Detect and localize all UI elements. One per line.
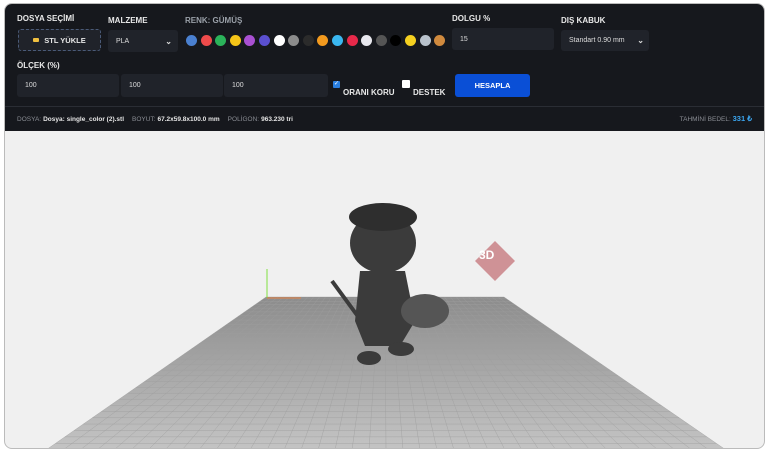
folder-icon [33,38,40,42]
color-swatch[interactable] [375,35,387,46]
infill-input[interactable]: 15 [452,28,554,50]
material-value: PLA [116,37,130,45]
infill-label: DOLGU % [452,14,491,23]
3d-viewer[interactable]: 3D [5,131,764,448]
support-label: DESTEK [413,88,446,97]
chevron-down-icon: ⌄ [165,36,172,46]
shell-label: DIŞ KABUK [561,16,606,25]
size-value: 67.2x59.8x100.0 mm [157,115,220,123]
color-swatch[interactable] [244,35,256,46]
color-swatch[interactable] [405,35,416,46]
shell-value: Standart 0.90 mm [569,37,625,44]
color-swatch[interactable] [434,35,446,46]
color-swatch[interactable] [215,35,227,46]
stl-upload-label: STL YÜKLE [44,35,86,45]
size-label: BOYUT: [132,115,156,123]
color-swatch[interactable] [419,35,431,46]
color-swatch[interactable] [346,35,358,46]
price-value: 331 ₺ [732,114,752,123]
control-panel: DOSYA SEÇİMİ STL YÜKLE MALZEME PLA ⌄ REN… [5,4,764,131]
material-select[interactable]: PLA ⌄ [108,30,178,52]
svg-text:3D: 3D [479,248,495,262]
polygon-value: 963.230 tri [261,115,293,123]
color-label: RENK: GÜMÜŞ [185,16,243,25]
chevron-down-icon: ⌄ [637,36,644,45]
scale-z-input[interactable]: 100 [224,74,328,97]
color-swatch[interactable] [332,35,343,46]
stl-upload-button[interactable]: STL YÜKLE [18,29,101,51]
color-swatch[interactable] [273,35,285,46]
polygon-label: POLİGON: [227,115,260,123]
color-swatch[interactable] [229,35,241,46]
color-swatch[interactable] [302,35,314,46]
color-swatch[interactable] [390,35,402,46]
material-label: MALZEME [108,16,148,25]
support-checkbox[interactable] [402,80,410,88]
file-label: DOSYA SEÇİMİ [17,14,75,23]
calculate-button[interactable]: HESAPLA [455,74,530,97]
scale-label: ÖLÇEK (%) [17,61,60,70]
color-swatch[interactable] [186,35,197,46]
color-swatch[interactable] [317,35,329,46]
keep-ratio-checkbox[interactable]: ✓ [333,81,340,88]
color-swatch[interactable] [288,35,300,46]
color-swatch[interactable] [200,35,212,46]
file-info-value: Dosya: single_color (2).stl [43,115,125,123]
scale-x-input[interactable]: 100 [17,74,119,97]
color-swatch[interactable] [259,35,270,46]
file-info-label: DOSYA: [17,115,42,123]
shell-select[interactable]: Standart 0.90 mm ⌄ [561,30,649,51]
price-label: TAHMİNİ BEDEL: [679,116,731,123]
color-swatch[interactable] [361,35,373,46]
watermark-logo: 3D [475,241,515,281]
scale-y-input[interactable]: 100 [121,74,223,97]
keep-ratio-label: ORANI KORU [343,88,395,97]
status-bar: DOSYA: Dosya: single_color (2).stl BOYUT:… [5,106,764,131]
app-window: DOSYA SEÇİMİ STL YÜKLE MALZEME PLA ⌄ REN… [4,3,765,449]
price-estimate: TAHMİNİ BEDEL: 331 ₺ [680,114,752,123]
